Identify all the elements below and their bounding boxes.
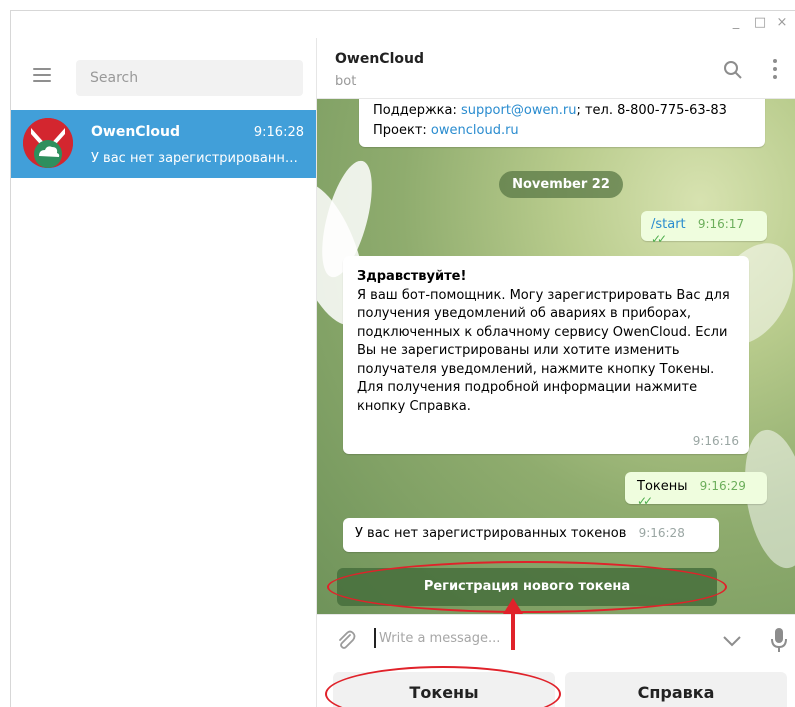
read-check-icon: ✓✓ <box>651 232 667 246</box>
red-arrow-shaft <box>511 610 515 650</box>
chat-status: bot <box>335 74 357 89</box>
message-bubble-start: /start 9:16:17 ✓✓ <box>641 211 767 246</box>
minimize-button[interactable]: _ <box>727 15 745 30</box>
app-window: _ □ × Search OwenCloud 9:16:28 У вас нет… <box>10 10 795 707</box>
attach-icon[interactable] <box>335 629 357 651</box>
message-time: 9:16:29 <box>699 479 746 493</box>
message-input[interactable]: Write a message... <box>379 631 500 646</box>
chat-panel: OwenCloud bot Поддержка: support@owen.ru… <box>317 38 795 707</box>
chevron-down-icon[interactable] <box>722 635 742 647</box>
support-line: Поддержка: support@owen.ru; тел. 8-800-7… <box>373 103 727 118</box>
search-input[interactable]: Search <box>76 60 303 96</box>
welcome-title: Здравствуйте! <box>357 269 467 284</box>
more-options-icon[interactable] <box>772 59 778 81</box>
message-time: 9:16:16 <box>692 433 739 448</box>
search-placeholder: Search <box>90 70 139 86</box>
bot-keyboard: Токены Справка <box>317 664 795 707</box>
chat-list-item[interactable]: OwenCloud 9:16:28 У вас нет зарегистриро… <box>11 110 316 178</box>
project-link[interactable]: owencloud.ru <box>431 123 519 138</box>
message-bubble-welcome: Здравствуйте! Я ваш бот-помощник. Могу з… <box>343 256 749 454</box>
message-composer: Write a message... <box>317 614 795 664</box>
chat-time: 9:16:28 <box>253 125 304 140</box>
message-time: 9:16:28 <box>638 526 685 540</box>
close-button[interactable]: × <box>773 15 791 30</box>
chat-header: OwenCloud bot <box>317 38 795 99</box>
highlight-oval <box>327 561 727 613</box>
search-icon[interactable] <box>723 60 743 80</box>
text-caret <box>374 628 376 648</box>
sidebar: Search OwenCloud 9:16:28 У вас нет зарег… <box>11 38 317 707</box>
date-separator: November 22 <box>499 171 623 198</box>
chat-title: OwenCloud <box>335 51 424 67</box>
no-tokens-text: У вас нет зарегистрированных токенов <box>355 526 627 541</box>
read-check-icon: ✓✓ <box>637 494 653 508</box>
owencloud-avatar-icon <box>23 118 73 168</box>
keyboard-button-help[interactable]: Справка <box>565 672 787 707</box>
hamburger-menu-icon[interactable] <box>33 68 51 82</box>
message-bubble-no-tokens: У вас нет зарегистрированных токенов 9:1… <box>343 518 719 552</box>
message-area[interactable]: Поддержка: support@owen.ru; тел. 8-800-7… <box>317 99 795 614</box>
chat-name: OwenCloud <box>91 124 180 140</box>
chat-preview: У вас нет зарегистрированных токенов <box>91 151 303 166</box>
project-line: Проект: owencloud.ru <box>373 123 519 138</box>
maximize-button[interactable]: □ <box>751 15 769 30</box>
message-bubble-support: Поддержка: support@owen.ru; тел. 8-800-7… <box>359 99 765 147</box>
welcome-body: Я ваш бот-помощник. Могу зарегистрироват… <box>357 287 730 414</box>
start-command-link[interactable]: /start <box>651 217 686 232</box>
support-email-link[interactable]: support@owen.ru <box>461 103 576 118</box>
microphone-icon[interactable] <box>771 627 787 653</box>
message-bubble-tokens: Токены 9:16:29 ✓✓ <box>625 472 767 508</box>
title-bar: _ □ × <box>11 11 795 38</box>
message-time: 9:16:17 <box>697 217 745 231</box>
tokens-text: Токены <box>637 479 688 494</box>
